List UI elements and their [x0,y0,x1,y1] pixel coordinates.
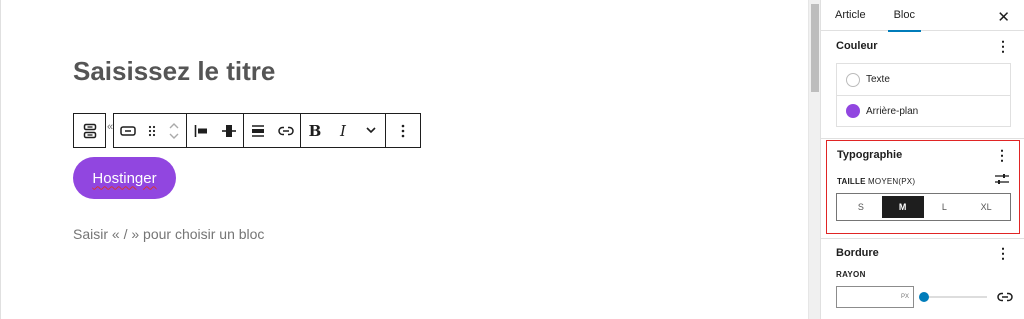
tab-bloc[interactable]: Bloc [880,0,929,32]
color-panel: Couleur ⋮ Texte Arrière-plan [821,31,1024,139]
button-label[interactable]: Hostinger [92,170,156,187]
drag-handle-icon[interactable] [142,114,162,147]
move-up-down-icon[interactable] [162,114,186,147]
radius-unit: PX [900,294,909,300]
color-item-background[interactable]: Arrière-plan [837,95,1010,126]
custom-size-settings-icon[interactable] [995,172,1009,190]
more-options-icon[interactable] [386,114,420,147]
font-size-label: TAILLE MOYEN(PX) [837,177,915,186]
button-block-icon[interactable] [114,114,142,147]
app-window: Saisissez le titre B I « Hostinger Saisi… [0,0,1024,319]
font-size-option-xl[interactable]: XL [965,196,1007,218]
size-label-title: TAILLE [837,176,866,186]
font-size-option-s[interactable]: S [840,196,882,218]
color-panel-header: Couleur ⋮ [821,31,1024,61]
width-icon[interactable] [244,114,272,147]
alignment-group [186,113,244,148]
block-toolbar: B I [73,113,421,148]
post-title-input[interactable]: Saisissez le titre [73,56,275,87]
italic-button[interactable]: I [329,114,357,147]
block-type-group [73,113,106,148]
color-item-label: Texte [866,74,890,85]
vertical-align-icon[interactable] [215,114,243,147]
border-panel-title: Bordure [836,246,879,259]
font-size-option-m[interactable]: M [881,196,924,218]
bold-button[interactable]: B [301,114,329,147]
editor-scrollbar[interactable] [808,0,820,319]
font-size-picker: S M L XL [836,193,1011,221]
sidebar-tabs: Article Bloc ✕ [821,0,1024,32]
collapse-toolbar-icon[interactable]: « [107,121,113,133]
color-options-icon[interactable]: ⋮ [996,39,1010,53]
text-format-group: B I [300,113,386,148]
color-item-label: Arrière-plan [866,105,919,117]
border-panel: Bordure ⋮ RAYON PX [821,238,1024,319]
typography-panel: Typographie ⋮ TAILLE MOYEN(PX) S M L XL [826,140,1020,234]
font-size-row: TAILLE MOYEN(PX) [827,167,1019,195]
typography-panel-header: Typographie ⋮ [827,143,1019,167]
block-inserter-hint[interactable]: Saisir « / » pour choisir un bloc [73,226,264,242]
color-panel-title: Couleur [836,40,878,52]
editor-canvas: Saisissez le titre B I « Hostinger Saisi… [0,0,808,319]
radius-slider-thumb[interactable] [919,292,929,302]
width-link-group [243,113,301,148]
border-panel-header: Bordure ⋮ [821,239,1024,266]
typography-options-icon[interactable]: ⋮ [995,148,1009,162]
background-color-swatch [846,104,860,118]
radius-slider-track[interactable] [923,296,987,298]
text-color-swatch [846,72,860,87]
typography-panel-title: Typographie [837,149,903,161]
font-size-option-l[interactable]: L [924,196,966,218]
justify-left-icon[interactable] [187,114,215,147]
unlink-sides-icon[interactable] [997,289,1013,307]
radius-input[interactable]: PX [836,286,914,308]
size-label-value: MOYEN(PX) [868,176,916,186]
tab-article[interactable]: Article [821,0,880,31]
close-icon[interactable]: ✕ [997,8,1010,26]
color-item-text[interactable]: Texte [837,64,1010,95]
hostinger-button-block[interactable]: Hostinger [73,157,176,199]
settings-sidebar: Article Bloc ✕ Couleur ⋮ Texte Arrière-p… [820,0,1024,319]
link-icon[interactable] [272,114,300,147]
block-move-group [113,113,187,148]
border-options-icon[interactable]: ⋮ [996,246,1010,260]
scrollbar-thumb[interactable] [811,4,819,92]
options-group [385,113,421,148]
radius-label: RAYON [836,270,866,279]
color-list: Texte Arrière-plan [836,63,1011,127]
more-formats-chevron-icon[interactable] [357,114,385,147]
buttons-block-icon[interactable] [76,114,104,147]
